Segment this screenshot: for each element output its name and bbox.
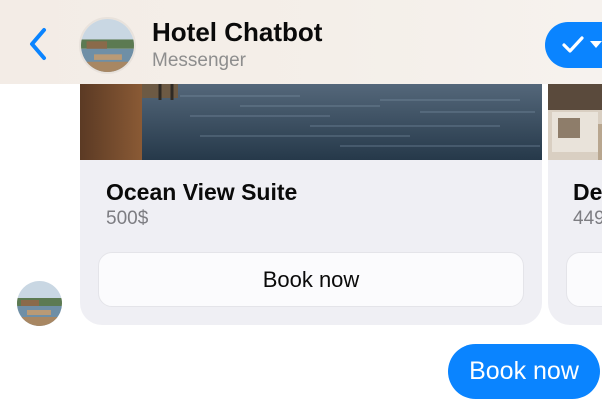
room-image [548, 84, 602, 160]
user-message-bubble: Book now [448, 344, 600, 399]
chat-title: Hotel Chatbot [152, 17, 323, 47]
checkmark-icon [562, 36, 584, 53]
chevron-left-icon [30, 28, 46, 60]
chat-header: Hotel Chatbot Messenger [0, 0, 602, 84]
room-carousel[interactable]: Ocean View Suite 500$ Book now De 449 [0, 84, 602, 328]
caret-down-icon [590, 41, 602, 48]
room-price: 449 [573, 208, 602, 229]
room-title: De [573, 179, 602, 205]
room-card-next[interactable]: De 449 [548, 84, 602, 325]
room-title: Ocean View Suite [106, 179, 298, 205]
book-now-button[interactable]: Book now [98, 252, 524, 307]
hotel-photo [17, 281, 62, 326]
chatbot-avatar[interactable] [79, 17, 136, 74]
done-button[interactable] [545, 22, 602, 68]
hotel-photo [81, 19, 134, 72]
room-price: 500$ [106, 208, 149, 229]
book-now-button[interactable] [566, 252, 602, 307]
back-button[interactable] [22, 24, 56, 64]
chat-subtitle: Messenger [152, 50, 246, 71]
room-image [80, 84, 542, 160]
room-card: Ocean View Suite 500$ Book now [80, 84, 542, 325]
chatbot-avatar[interactable] [17, 281, 62, 326]
